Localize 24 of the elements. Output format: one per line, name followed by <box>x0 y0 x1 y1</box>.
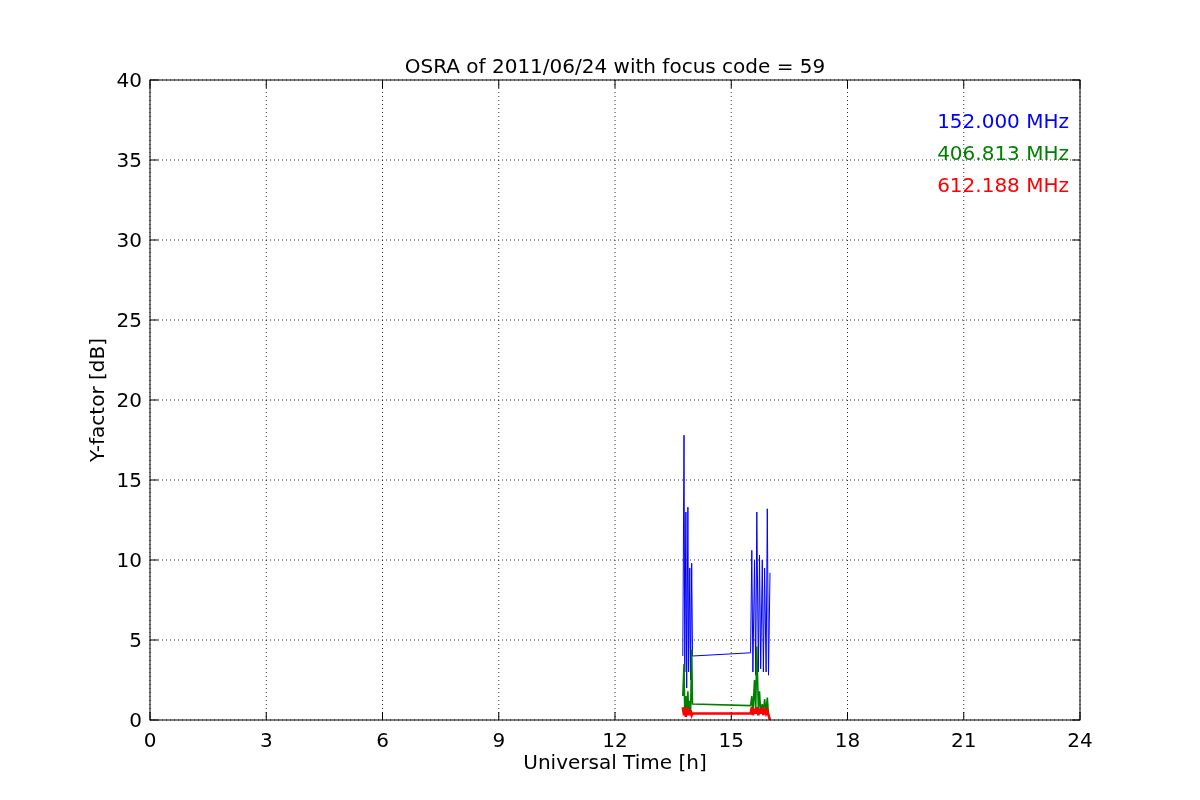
y-tick-label: 20 <box>116 388 142 412</box>
y-tick-label: 5 <box>129 628 142 652</box>
x-tick-label: 21 <box>951 728 977 752</box>
x-tick-label: 9 <box>492 728 506 752</box>
y-tick-label: 25 <box>116 308 142 332</box>
y-axis-label: Y-factor [dB] <box>85 338 109 462</box>
y-tick-label: 35 <box>116 148 142 172</box>
chart-title: OSRA of 2011/06/24 with focus code = 59 <box>404 54 826 78</box>
legend-label: 612.188 MHz <box>937 173 1069 197</box>
y-tick-label: 40 <box>116 68 142 92</box>
x-axis-label: Universal Time [h] <box>523 750 707 774</box>
y-tick-label: 15 <box>116 468 142 492</box>
y-tick-label: 0 <box>129 708 142 732</box>
x-tick-label: 0 <box>143 728 157 752</box>
y-tick-label: 30 <box>116 228 142 252</box>
legend-label: 152.000 MHz <box>937 109 1069 133</box>
x-tick-label: 3 <box>259 728 273 752</box>
x-tick-label: 24 <box>1067 728 1093 752</box>
x-tick-label: 6 <box>376 728 389 752</box>
x-tick-label: 18 <box>834 728 861 752</box>
y-tick-label: 10 <box>116 548 142 572</box>
legend-label: 406.813 MHz <box>937 141 1069 165</box>
x-tick-label: 12 <box>602 728 628 752</box>
x-tick-label: 15 <box>718 728 744 752</box>
